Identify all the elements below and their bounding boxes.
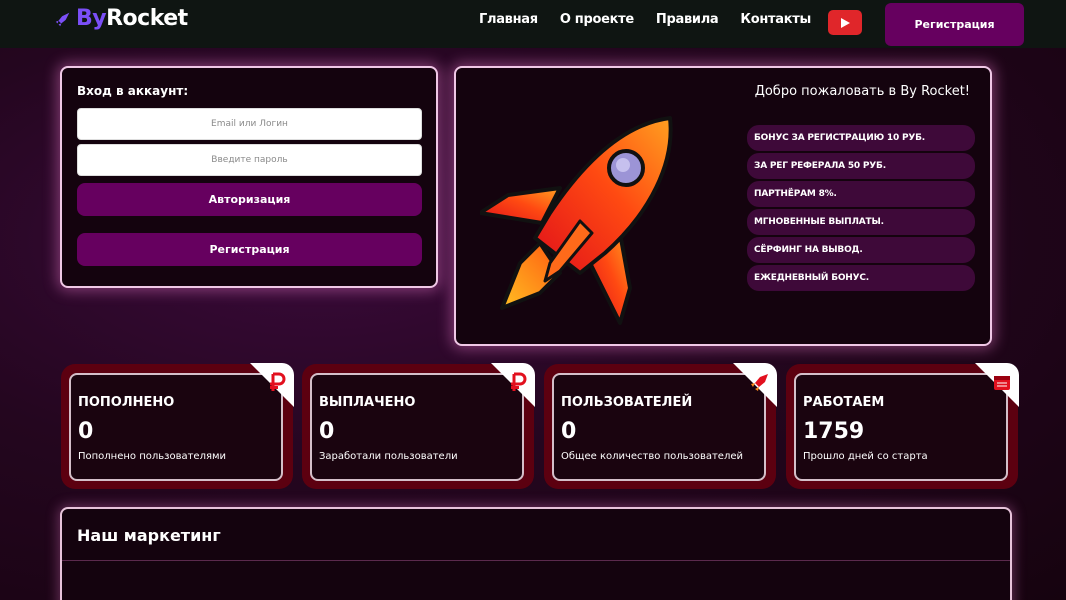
feature-item: ПАРТНЁРАМ 8%. xyxy=(747,181,975,207)
stat-value: 0 xyxy=(319,419,335,444)
welcome-panel: Добро пожаловать в By Rocket! БОНУС ЗА Р… xyxy=(454,66,992,346)
feature-item: ЕЖЕДНЕВНЫЙ БОНУС. xyxy=(747,265,975,291)
nav-rules[interactable]: Правила xyxy=(656,12,719,27)
stat-desc: Общее количество пользователей xyxy=(561,451,743,462)
stat-inner: ПОПОЛНЕНО 0 Пополнено пользователями xyxy=(69,373,283,481)
logo-rocket: Rocket xyxy=(106,6,188,31)
stat-card-paid: ВЫПЛАЧЕНО 0 Заработали пользователи xyxy=(302,363,535,489)
logo-by: By xyxy=(76,6,107,31)
rocket-logo-icon xyxy=(55,12,70,26)
stat-card-users: ПОЛЬЗОВАТЕЛЕЙ 0 Общее количество пользов… xyxy=(544,363,777,489)
marketing-panel: Наш маркетинг xyxy=(60,507,1012,600)
stat-desc: Прошло дней со старта xyxy=(803,451,928,462)
play-icon xyxy=(841,17,850,28)
stat-value: 0 xyxy=(78,419,94,444)
logo[interactable]: ByRocket xyxy=(54,6,188,31)
stat-label: ПОЛЬЗОВАТЕЛЕЙ xyxy=(561,395,693,410)
stat-card-working: РАБОТАЕМ 1759 Прошло дней со старта xyxy=(786,363,1019,489)
login-input[interactable] xyxy=(77,108,422,140)
top-header: ByRocket Главная О проекте Правила Конта… xyxy=(0,0,1066,48)
header-register-button[interactable]: Регистрация xyxy=(885,3,1024,46)
feature-item: БОНУС ЗА РЕГИСТРАЦИЮ 10 РУБ. xyxy=(747,125,975,151)
password-input[interactable] xyxy=(77,144,422,176)
feature-item: МГНОВЕННЫЕ ВЫПЛАТЫ. xyxy=(747,209,975,235)
calendar-icon xyxy=(994,376,1010,390)
login-panel: Вход в аккаунт: Авторизация Регистрация xyxy=(60,66,438,288)
ruble-icon xyxy=(511,372,527,391)
marketing-title: Наш маркетинг xyxy=(77,526,221,545)
stat-inner: ВЫПЛАЧЕНО 0 Заработали пользователи xyxy=(310,373,524,481)
stat-desc: Пополнено пользователями xyxy=(78,451,227,462)
welcome-title: Добро пожаловать в By Rocket! xyxy=(754,84,970,99)
feature-item: СЁРФИНГ НА ВЫВОД. xyxy=(747,237,975,263)
nav-home[interactable]: Главная xyxy=(479,12,538,27)
register-button[interactable]: Регистрация xyxy=(77,233,422,266)
feature-item: ЗА РЕГ РЕФЕРАЛА 50 РУБ. xyxy=(747,153,975,179)
stat-value: 1759 xyxy=(803,419,865,444)
stat-desc: Заработали пользователи xyxy=(319,451,458,462)
stat-inner: ПОЛЬЗОВАТЕЛЕЙ 0 Общее количество пользов… xyxy=(552,373,766,481)
features-list: БОНУС ЗА РЕГИСТРАЦИЮ 10 РУБ. ЗА РЕГ РЕФЕ… xyxy=(747,125,975,293)
nav-contacts[interactable]: Контакты xyxy=(740,12,811,27)
stat-card-deposited: ПОПОЛНЕНО 0 Пополнено пользователями xyxy=(61,363,294,489)
rocket-illustration xyxy=(480,116,673,325)
stat-inner: РАБОТАЕМ 1759 Прошло дней со старта xyxy=(794,373,1008,481)
rocket-icon xyxy=(751,374,768,391)
ruble-icon xyxy=(270,372,286,391)
marketing-header: Наш маркетинг xyxy=(62,509,1010,561)
youtube-button[interactable] xyxy=(828,10,862,35)
auth-button[interactable]: Авторизация xyxy=(77,183,422,216)
stat-label: РАБОТАЕМ xyxy=(803,395,885,410)
main-nav: Главная О проекте Правила Контакты xyxy=(479,12,833,27)
logo-text: ByRocket xyxy=(76,6,188,31)
nav-about[interactable]: О проекте xyxy=(560,12,634,27)
stat-label: ПОПОЛНЕНО xyxy=(78,395,175,410)
stat-label: ВЫПЛАЧЕНО xyxy=(319,395,416,410)
login-title: Вход в аккаунт: xyxy=(77,84,189,98)
stat-value: 0 xyxy=(561,419,577,444)
